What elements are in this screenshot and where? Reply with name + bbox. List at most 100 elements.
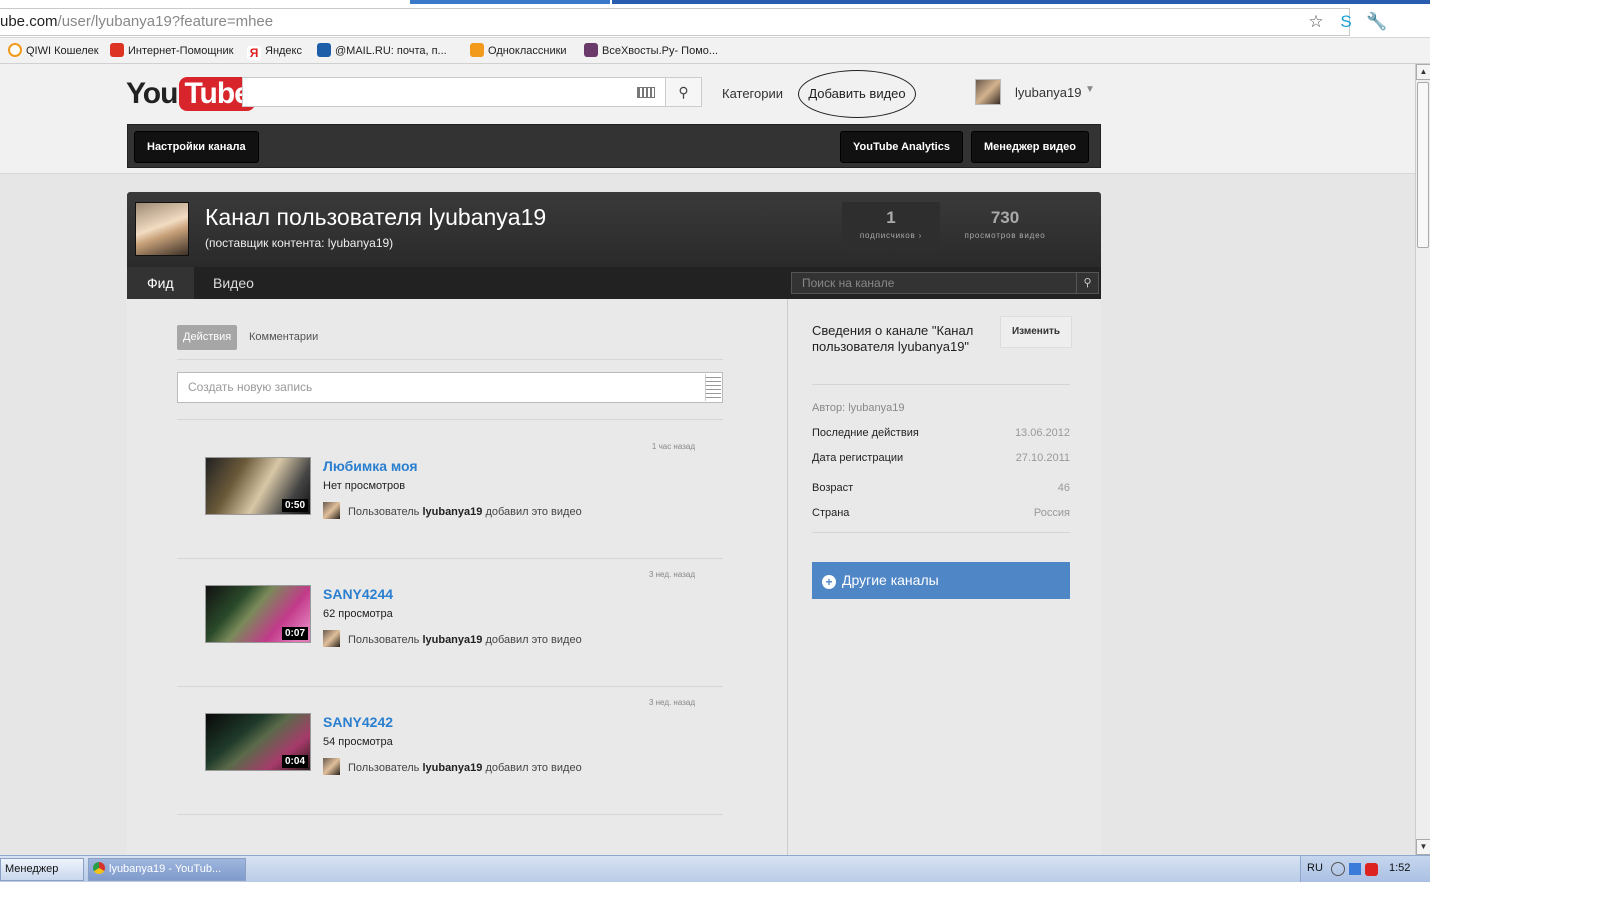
avatar[interactable] (323, 630, 340, 647)
channel-search-input[interactable]: Поиск на канале (791, 272, 1077, 294)
scrollbar-thumb[interactable] (1417, 82, 1429, 248)
vertical-scrollbar[interactable]: ▲ ▼ (1415, 64, 1431, 855)
taskbar-item-browser[interactable]: lyubanya19 - YouTub... (88, 858, 246, 881)
tab-feed[interactable]: Фид (127, 267, 194, 299)
video-thumbnail[interactable]: 0:50 (205, 457, 311, 515)
avatar[interactable] (323, 502, 340, 519)
about-row-country: Страна Россия (812, 504, 1070, 522)
about-row-age: Возраст 46 (812, 479, 1070, 497)
tab-comments[interactable]: Комментарии (243, 325, 324, 350)
bookmark-label: Одноклассники (488, 45, 567, 57)
odnoklassniki-icon (470, 43, 484, 57)
action-prefix: Пользователь (348, 762, 420, 774)
bookmark-yandex[interactable]: Я Яндекс (247, 43, 302, 60)
blank-area (1430, 0, 1600, 900)
video-thumbnail[interactable]: 0:07 (205, 585, 311, 643)
scroll-down-arrow-icon[interactable]: ▼ (1416, 839, 1431, 855)
url-path: /user/lyubanya19?feature=mhee (57, 13, 274, 30)
user-menu[interactable]: lyubanya19 ▼ (975, 78, 1100, 108)
bookmark-label: Яндекс (265, 45, 302, 57)
subscribers-label: подписчиков › (859, 231, 923, 240)
keyboard-icon[interactable] (637, 87, 655, 98)
action-prefix: Пользователь (348, 634, 420, 646)
bookmark-mailru[interactable]: @MAIL.RU: почта, п... (317, 43, 447, 59)
yandex-icon: Я (247, 46, 261, 60)
windows-taskbar: Менеджер lyubanya19 - YouTub... RU 1:52 (0, 855, 1430, 883)
subscribers-stat[interactable]: 1 подписчиков › (842, 202, 940, 252)
search-input[interactable] (242, 77, 666, 107)
feed-item-action: Пользователь lyubanya19 добавил это виде… (323, 630, 582, 648)
wrench-icon[interactable]: 🔧 (1366, 12, 1387, 32)
divider (812, 384, 1070, 385)
channel-header: Канал пользователя lyubanya19 (поставщик… (127, 192, 1101, 267)
bookmark-qiwi[interactable]: QIWI Кошелек (8, 43, 99, 59)
views-count: 730 (990, 208, 1020, 227)
about-row-last-activity: Последние действия 13.06.2012 (812, 424, 1070, 442)
skype-icon[interactable]: S (1336, 12, 1356, 32)
video-thumbnail[interactable]: 0:04 (205, 713, 311, 771)
search-icon: ⚲ (678, 84, 689, 100)
upload-video-link[interactable]: Добавить видео (798, 70, 916, 118)
action-user-link[interactable]: lyubanya19 (422, 634, 482, 646)
about-title: Сведения о канале "Канал пользователя ly… (812, 323, 974, 354)
active-tab-strip[interactable] (410, 0, 610, 4)
username: lyubanya19 (1015, 85, 1082, 100)
video-title-link[interactable]: Любимка моя (323, 458, 418, 474)
tab-actions[interactable]: Действия (177, 325, 238, 350)
url-input[interactable]: ube.com/user/lyubanya19?feature=mhee (0, 8, 1350, 36)
taskbar-item-label: lyubanya19 - YouTub... (109, 863, 222, 875)
star-icon[interactable]: ☆ (1306, 12, 1326, 32)
edit-button[interactable]: Изменить (1000, 316, 1072, 348)
bookmark-odnoklassniki[interactable]: Одноклассники (470, 43, 567, 59)
new-post-placeholder: Создать новую запись (188, 380, 313, 394)
qiwi-icon (8, 43, 22, 57)
views-label: просмотров видео (964, 231, 1046, 240)
antivirus-icon[interactable] (1365, 863, 1378, 876)
action-user-link[interactable]: lyubanya19 (422, 762, 482, 774)
bookmark-label: QIWI Кошелек (26, 45, 99, 57)
youtube-analytics-button[interactable]: YouTube Analytics (840, 131, 963, 163)
arrow-icon[interactable] (1331, 862, 1345, 876)
bookmark-label: ВсеХвосты.Ру- Помо... (602, 45, 719, 57)
chevron-down-icon: ▼ (1085, 84, 1095, 95)
taskbar-item-manager[interactable]: Менеджер (0, 858, 84, 881)
bookmark-vsehvosty[interactable]: ВсеХвосты.Ру- Помо... (584, 43, 718, 59)
video-title-link[interactable]: SANY4244 (323, 586, 393, 602)
new-post-input[interactable]: Создать новую запись (177, 372, 723, 403)
search-icon: ⚲ (1083, 277, 1092, 289)
logo-you: You (126, 77, 178, 110)
bookmark-assistant[interactable]: Интернет-Помощник (110, 43, 233, 59)
divider (812, 532, 1070, 533)
feed-item-time: 3 нед. назад (648, 698, 695, 707)
feed-item-time: 1 час назад (651, 442, 695, 451)
language-indicator[interactable]: RU (1307, 862, 1323, 874)
scroll-up-arrow-icon[interactable]: ▲ (1416, 64, 1431, 80)
subscribers-count: 1 (886, 208, 896, 227)
feed-item: 3 нед. назад 0:04 SANY4242 54 просмотра … (177, 686, 723, 814)
channel-panel: Канал пользователя lyubanya19 (поставщик… (127, 192, 1101, 855)
youtube-logo[interactable]: You Tube (126, 76, 255, 112)
about-sidebar: Сведения о канале "Канал пользователя ly… (787, 299, 1101, 855)
about-author: Автор: lyubanya19 (812, 402, 905, 414)
tab-videos[interactable]: Видео (193, 267, 274, 299)
video-manager-button[interactable]: Менеджер видео (971, 131, 1089, 163)
channel-title: Канал пользователя lyubanya19 (205, 204, 547, 230)
channel-avatar[interactable] (135, 202, 189, 256)
categories-link[interactable]: Категории (722, 86, 783, 101)
other-channels-label: Другие каналы (842, 572, 939, 588)
feed-column: Действия Комментарии Создать новую запис… (127, 299, 787, 855)
video-duration: 0:07 (281, 627, 308, 640)
other-channels-button[interactable]: + Другие каналы (812, 562, 1070, 599)
search-button[interactable]: ⚲ (666, 77, 702, 107)
channel-settings-button[interactable]: Настройки канала (134, 131, 259, 163)
video-views: 54 просмотра (323, 736, 393, 748)
network-icon[interactable] (1349, 863, 1361, 875)
action-user-link[interactable]: lyubanya19 (422, 506, 482, 518)
action-suffix: добавил это видео (485, 506, 582, 518)
resize-handle[interactable] (705, 374, 721, 401)
video-title-link[interactable]: SANY4242 (323, 714, 393, 730)
channel-search-button[interactable]: ⚲ (1077, 272, 1099, 294)
about-row-key: Последние действия (812, 427, 919, 439)
avatar[interactable] (323, 758, 340, 775)
feed-item: 1 час назад 0:50 Любимка моя Нет просмот… (177, 430, 723, 558)
